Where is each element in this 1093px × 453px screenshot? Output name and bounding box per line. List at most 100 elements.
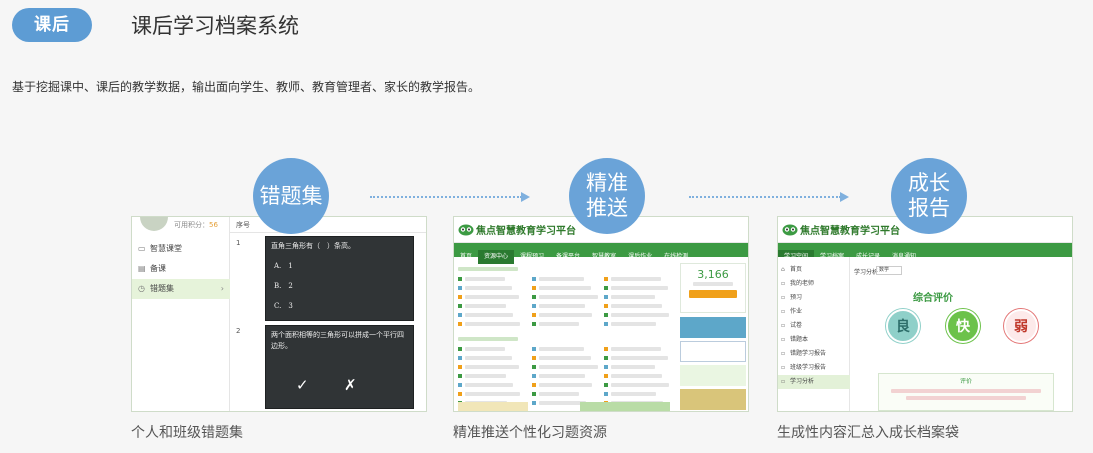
nav-item-homework[interactable]: 课后作业 [622, 250, 658, 264]
report-sidebar: ⌂ 首页 ▫ 我的老师 ▫ 预习 ▫ 作业 ▫ 试卷 ▫ 错题本 ▫ 错题学习报告 ▫ 班级学习… [778, 257, 850, 411]
list-bullet-icon [532, 374, 536, 378]
list-item[interactable] [611, 347, 661, 351]
list-bullet-icon [604, 295, 608, 299]
edit-icon: ▫ [781, 294, 786, 301]
platform-name: 焦点智慧教育学习平台 [800, 226, 900, 237]
upload-button[interactable] [689, 290, 737, 298]
list-item[interactable] [465, 277, 505, 281]
list-item[interactable] [465, 383, 513, 387]
points-display: 可用积分：56 [174, 221, 218, 229]
banner-ad[interactable] [680, 365, 746, 386]
list-item[interactable] [611, 374, 662, 378]
list-item[interactable] [539, 374, 585, 378]
list-item[interactable] [465, 365, 519, 369]
list-item[interactable] [611, 383, 669, 387]
list-bullet-icon [604, 313, 608, 317]
list-item[interactable] [465, 295, 519, 299]
nav-item-classroom[interactable]: 智慧教室 [586, 250, 622, 264]
question-board-2[interactable]: 两个面积相等的三角形可以拼成一个平行四边形。 ✓ ✗ [265, 325, 414, 409]
list-item[interactable] [611, 356, 668, 360]
sidebar-item-preview[interactable]: ▫ 预习 [778, 291, 850, 305]
list-bullet-icon [458, 374, 462, 378]
sidebar-item-home[interactable]: ⌂ 首页 [778, 263, 850, 277]
user-icon: ▫ [781, 280, 786, 287]
chevron-right-icon: › [220, 284, 224, 293]
list-item[interactable] [611, 295, 655, 299]
list-item[interactable] [465, 313, 513, 317]
nav-item-resources[interactable]: 资源中心 [478, 250, 515, 264]
sidebar-item-homework[interactable]: ▫ 作业 [778, 305, 850, 319]
list-bullet-icon [604, 383, 608, 387]
question-text: 直角三角形有（ ）条高。 [271, 242, 355, 250]
list-item[interactable] [465, 304, 506, 308]
step-circle-report: 成长 报告 [891, 158, 967, 234]
sidebar-item-class-report[interactable]: ▫ 班级学习报告 [778, 361, 850, 375]
list-item[interactable] [611, 322, 656, 326]
stat-sub [681, 282, 745, 286]
nav-item-messages[interactable]: 消息通知 [886, 250, 922, 264]
question-board-1[interactable]: 直角三角形有（ ）条高。 A. 1 B. 2 C. 3 [265, 236, 414, 321]
nav-item-prep[interactable]: 备课平台 [550, 250, 586, 264]
nav-item-growth[interactable]: 成长记录 [850, 250, 886, 264]
page-description: 基于挖掘课中、课后的教学数据，输出面向学生、教师、教育管理者、家长的教学报告。 [12, 80, 481, 94]
sidebar-item-wrongbook[interactable]: ◷ 错题集 › [132, 279, 230, 299]
list-item[interactable] [539, 347, 584, 351]
sidebar-item-wrong-report[interactable]: ▫ 错题学习报告 [778, 347, 850, 361]
bottom-banner[interactable] [458, 402, 528, 411]
step-circle-label: 报告 [908, 196, 950, 220]
sidebar-item-smart-class[interactable]: ▭ 智慧课堂 [132, 239, 230, 259]
nav-item-preview[interactable]: 课程预习 [514, 250, 550, 264]
list-item[interactable] [539, 365, 598, 369]
platform-nav: 首页 资源中心 课程预习 备课平台 智慧教室 课后作业 在线检测 [454, 243, 748, 264]
list-bullet-icon [604, 286, 608, 290]
sidebar-item-lesson-prep[interactable]: ▤ 备课 [132, 259, 230, 279]
list-item[interactable] [611, 392, 656, 396]
banner-ad[interactable] [680, 317, 746, 338]
row-number: 2 [236, 327, 241, 335]
flow-arrow-2 [689, 191, 849, 203]
list-item[interactable] [539, 277, 584, 281]
step-circle-push: 精准 推送 [569, 158, 645, 234]
step-circle-wrongbook: 错题集 [253, 158, 329, 234]
list-item[interactable] [539, 304, 585, 308]
list-item[interactable] [611, 286, 668, 290]
bottom-banner[interactable] [580, 402, 670, 411]
nav-item-home[interactable]: 首页 [454, 250, 478, 264]
list-item[interactable] [465, 347, 505, 351]
list-bullet-icon [458, 356, 462, 360]
list-bullet-icon [604, 304, 608, 308]
page-title: 课后学习档案系统 [131, 14, 299, 38]
list-item[interactable] [539, 295, 598, 299]
list-item[interactable] [539, 401, 586, 405]
list-item[interactable] [539, 286, 591, 290]
nav-item-test[interactable]: 在线检测 [658, 250, 694, 264]
banner-ad[interactable] [680, 389, 746, 410]
list-item[interactable] [611, 277, 661, 281]
list-item[interactable] [611, 313, 669, 317]
sidebar-item-teachers[interactable]: ▫ 我的老师 [778, 277, 850, 291]
subject-select[interactable]: 数学 [876, 266, 902, 275]
sidebar-item-exam[interactable]: ▫ 试卷 [778, 319, 850, 333]
list-item[interactable] [465, 286, 512, 290]
list-item[interactable] [539, 356, 591, 360]
list-item[interactable] [539, 322, 579, 326]
sidebar-item-wrongbook[interactable]: ▫ 错题本 [778, 333, 850, 347]
sidebar-item-analysis[interactable]: ▫ 学习分析 [778, 375, 850, 389]
report-icon: ▫ [781, 364, 786, 371]
section-heading-bar [458, 337, 518, 341]
list-item[interactable] [465, 374, 506, 378]
step-circle-label: 错题集 [259, 183, 323, 208]
list-item[interactable] [539, 313, 592, 317]
banner-ad[interactable] [680, 341, 746, 362]
list-item[interactable] [611, 304, 662, 308]
stat-value: 3,166 [697, 268, 729, 281]
chart-icon: ▫ [781, 378, 786, 385]
list-item[interactable] [465, 392, 520, 396]
list-item[interactable] [465, 322, 520, 326]
list-item[interactable] [539, 383, 592, 387]
report-screenshot: 焦点智慧教育学习平台 学习空间学习档案成长记录消息通知 ⌂首页 ▫我的老师 ▫预… [777, 216, 1073, 412]
list-item[interactable] [611, 365, 655, 369]
paper-icon: ▫ [781, 322, 786, 329]
list-item[interactable] [465, 356, 512, 360]
list-item[interactable] [539, 392, 579, 396]
